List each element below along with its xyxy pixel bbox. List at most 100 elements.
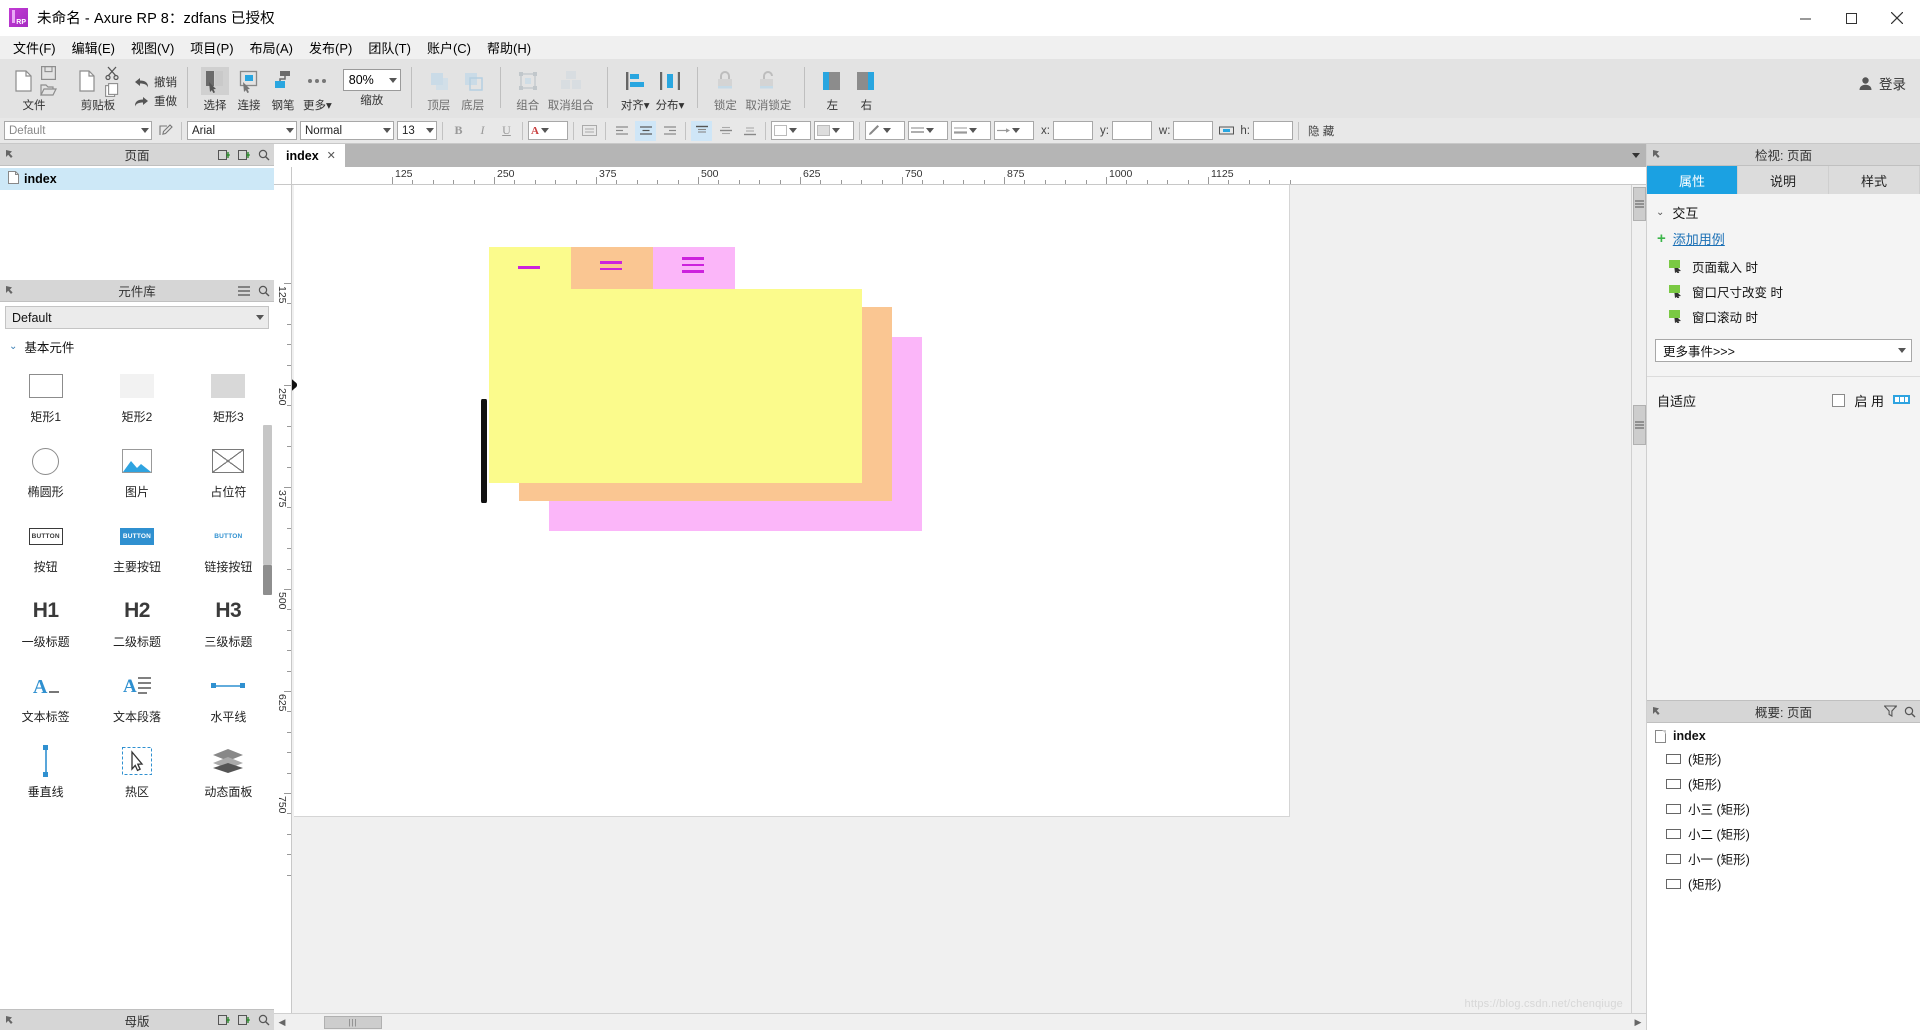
horizontal-ruler[interactable]: 125 250 375 500 625 750 875 1000 1125 [292,167,1631,185]
style-select[interactable]: Default [4,121,152,140]
canvas-tab-index[interactable]: index ✕ [274,144,345,167]
widget-text-label[interactable]: A 文本标签 [0,660,91,735]
open-folder-icon[interactable] [37,81,59,98]
shadow-picker[interactable] [814,121,854,140]
cut-scissors-icon[interactable] [101,64,123,81]
menu-edit[interactable]: 编辑(E) [64,36,123,59]
valign-top-icon[interactable] [691,120,712,141]
hscroll-thumb[interactable]: ||| [324,1015,382,1029]
close-icon[interactable] [1874,0,1920,36]
distribute-icon[interactable] [656,67,684,95]
hscroll-track[interactable]: ||| [290,1015,1630,1029]
connect-tool-icon[interactable] [235,67,263,95]
send-to-back-icon[interactable] [459,67,487,95]
widget-hotspot[interactable]: 热区 [91,735,182,810]
canvas-horizontal-scrollbar[interactable]: ◀ ||| ▶ [274,1013,1646,1030]
add-master-folder-icon[interactable] [214,1010,234,1030]
design-canvas[interactable]: https://blog.csdn.net/chenqiuge [292,185,1631,1013]
add-case-link[interactable]: 添加用例 [1673,229,1725,248]
font-family-select[interactable]: Arial [187,121,297,140]
group-icon[interactable] [514,67,542,95]
select-tool-icon[interactable] [201,67,229,95]
show-right-panel-icon[interactable] [852,67,880,95]
shape-panel-yellow[interactable] [489,289,862,483]
y-input[interactable] [1111,121,1152,140]
shape-tab-one[interactable] [489,247,571,289]
tab-style[interactable]: 样式 [1829,166,1920,194]
minimize-icon[interactable] [1782,0,1828,36]
tab-overflow-icon[interactable] [1632,144,1640,167]
ungroup-icon[interactable] [557,67,585,95]
collapse-arrow-icon[interactable] [0,1010,20,1030]
text-wrap-icon[interactable] [579,121,600,141]
vscroll-thumb-top[interactable] [1633,187,1646,221]
font-color-picker[interactable]: A [528,121,568,140]
close-icon[interactable]: ✕ [327,149,336,162]
add-case-row[interactable]: + 添加用例 [1647,226,1920,254]
pen-tool-icon[interactable] [269,67,297,95]
widget-link-button[interactable]: BUTTON 链接按钮 [183,510,274,585]
widget-placeholder[interactable]: 占位符 [183,435,274,510]
more-tools-icon[interactable] [303,67,331,95]
outline-item[interactable]: (矩形) [1647,771,1920,796]
shape-tab-three[interactable] [653,247,735,289]
align-icon[interactable] [621,67,649,95]
widget-heading-1[interactable]: H1 一级标题 [0,585,91,660]
menu-project[interactable]: 项目(P) [182,36,241,59]
outline-item[interactable]: (矩形) [1647,871,1920,896]
align-left-icon[interactable] [611,121,632,141]
vertical-ruler[interactable]: 125 250 375 500 625 750 [274,185,292,1013]
save-icon[interactable] [37,64,59,81]
vscroll-thumb-grip[interactable] [1633,405,1646,445]
zoom-select[interactable]: 80% [342,69,401,91]
show-left-panel-icon[interactable] [818,67,846,95]
arrow-style-picker[interactable] [994,121,1034,140]
library-section-basic[interactable]: ⌄ 基本元件 [0,329,274,360]
add-page-folder-icon[interactable] [214,145,234,165]
shape-tab-two[interactable] [571,247,653,289]
event-window-resize[interactable]: 窗口尺寸改变 时 [1647,279,1920,304]
page-sheet[interactable] [292,185,1290,817]
widget-heading-3[interactable]: H3 三级标题 [183,585,274,660]
adaptive-manage-icon[interactable] [1893,393,1910,409]
underline-button[interactable]: U [496,121,517,141]
filter-icon[interactable] [1880,702,1900,722]
search-icon[interactable] [1900,702,1920,722]
login-button[interactable]: 登录 [1858,73,1906,93]
line-width-picker[interactable] [951,121,991,140]
event-page-load[interactable]: 页面载入 时 [1647,254,1920,279]
tab-notes[interactable]: 说明 [1738,166,1829,194]
line-color-picker[interactable] [865,121,905,140]
hide-label[interactable]: 隐 藏 [1308,123,1334,139]
x-input[interactable] [1052,121,1093,140]
align-right-icon[interactable] [659,121,680,141]
tab-properties[interactable]: 属性 [1647,166,1738,194]
library-scrollbar-thumb[interactable] [263,425,272,565]
collapse-arrow-icon[interactable] [1647,702,1667,722]
lock-aspect-icon[interactable] [1216,121,1237,141]
widget-paragraph[interactable]: A 文本段落 [91,660,182,735]
adaptive-enable-checkbox[interactable] [1832,394,1846,407]
paste-icon[interactable] [73,67,101,95]
outline-item[interactable]: (矩形) [1647,746,1920,771]
menu-view[interactable]: 视图(V) [123,36,182,59]
w-input[interactable] [1173,121,1214,140]
menu-publish[interactable]: 发布(P) [301,36,360,59]
font-size-select[interactable]: 13 [397,121,437,140]
redo-button[interactable]: 重做 [134,94,177,111]
collapse-arrow-icon[interactable] [1647,145,1667,165]
outline-item[interactable]: 小二 (矩形) [1647,821,1920,846]
library-menu-icon[interactable] [234,281,254,301]
menu-layout[interactable]: 布局(A) [242,36,301,59]
widget-rectangle-3[interactable]: 矩形3 [183,360,274,435]
widget-button[interactable]: BUTTON 按钮 [0,510,91,585]
font-weight-select[interactable]: Normal [300,121,394,140]
unlock-icon[interactable] [754,67,782,95]
collapse-arrow-icon[interactable] [0,281,20,301]
menu-file[interactable]: 文件(F) [5,36,64,59]
canvas-vertical-scrollbar[interactable] [1631,185,1646,1013]
scroll-right-icon[interactable]: ▶ [1630,1017,1646,1028]
bring-to-front-icon[interactable] [425,67,453,95]
widget-rectangle-1[interactable]: 矩形1 [0,360,91,435]
search-icon[interactable] [254,145,274,165]
